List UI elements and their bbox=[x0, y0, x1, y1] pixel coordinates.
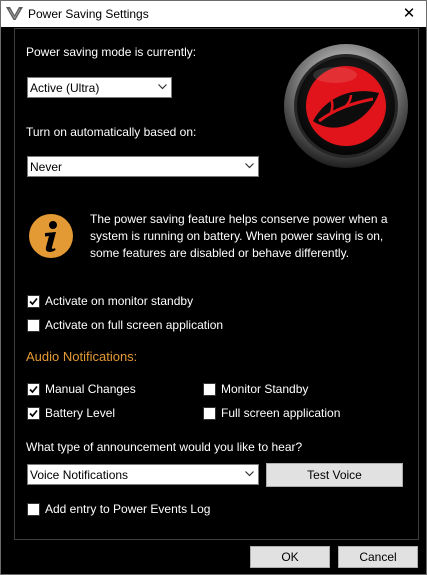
audio-fullscreen-checkbox[interactable] bbox=[203, 407, 216, 420]
fullscreen-checkbox[interactable] bbox=[27, 319, 40, 332]
mode-select[interactable]: Active (Ultra) bbox=[27, 77, 172, 98]
audio-monitor-standby-checkbox[interactable] bbox=[203, 383, 216, 396]
mode-select-value: Active (Ultra) bbox=[30, 81, 100, 95]
auto-label: Turn on automatically based on: bbox=[26, 125, 197, 139]
chevron-down-icon bbox=[241, 157, 258, 176]
checkmark-icon bbox=[29, 385, 38, 394]
chevron-down-icon bbox=[154, 78, 171, 97]
announcement-select-value: Voice Notifications bbox=[30, 468, 129, 482]
window-title: Power Saving Settings bbox=[28, 7, 149, 21]
title-bar: Power Saving Settings ✕ bbox=[1, 1, 426, 27]
cancel-label: Cancel bbox=[359, 550, 397, 564]
events-log-label: Add entry to Power Events Log bbox=[45, 502, 211, 516]
settings-panel: Power saving mode is currently: Active (… bbox=[14, 28, 419, 540]
monitor-standby-checkbox[interactable] bbox=[27, 295, 40, 308]
monitor-standby-label: Activate on monitor standby bbox=[45, 294, 194, 308]
mode-label: Power saving mode is currently: bbox=[26, 45, 197, 59]
announcement-select[interactable]: Voice Notifications bbox=[27, 464, 259, 485]
checkmark-icon bbox=[29, 297, 38, 306]
audio-notifications-heading: Audio Notifications: bbox=[26, 349, 138, 364]
chevron-down-icon bbox=[241, 465, 258, 484]
announcement-label: What type of announcement would you like… bbox=[26, 440, 303, 454]
ok-label: OK bbox=[281, 550, 299, 564]
events-log-checkbox[interactable] bbox=[27, 503, 40, 516]
fullscreen-label: Activate on full screen application bbox=[45, 318, 224, 332]
power-saving-window: Power Saving Settings ✕ Power saving mod… bbox=[0, 0, 427, 575]
test-voice-label: Test Voice bbox=[307, 468, 362, 482]
battery-level-checkbox[interactable] bbox=[27, 407, 40, 420]
ok-button[interactable]: OK bbox=[250, 546, 330, 568]
manual-changes-checkbox[interactable] bbox=[27, 383, 40, 396]
info-icon bbox=[29, 214, 73, 258]
checkmark-icon bbox=[29, 409, 38, 418]
cancel-button[interactable]: Cancel bbox=[338, 546, 418, 568]
battery-level-label: Battery Level bbox=[45, 406, 116, 420]
audio-monitor-standby-label: Monitor Standby bbox=[221, 382, 309, 396]
close-icon: ✕ bbox=[402, 5, 416, 22]
auto-select[interactable]: Never bbox=[27, 156, 259, 177]
power-saving-leaf-logo bbox=[284, 44, 408, 168]
audio-fullscreen-label: Full screen application bbox=[221, 406, 341, 420]
info-text: The power saving feature helps conserve … bbox=[90, 212, 388, 260]
manual-changes-label: Manual Changes bbox=[45, 382, 136, 396]
app-logo-icon bbox=[6, 7, 23, 20]
auto-select-value: Never bbox=[30, 160, 63, 174]
test-voice-button[interactable]: Test Voice bbox=[266, 463, 403, 487]
close-button[interactable]: ✕ bbox=[392, 1, 426, 27]
